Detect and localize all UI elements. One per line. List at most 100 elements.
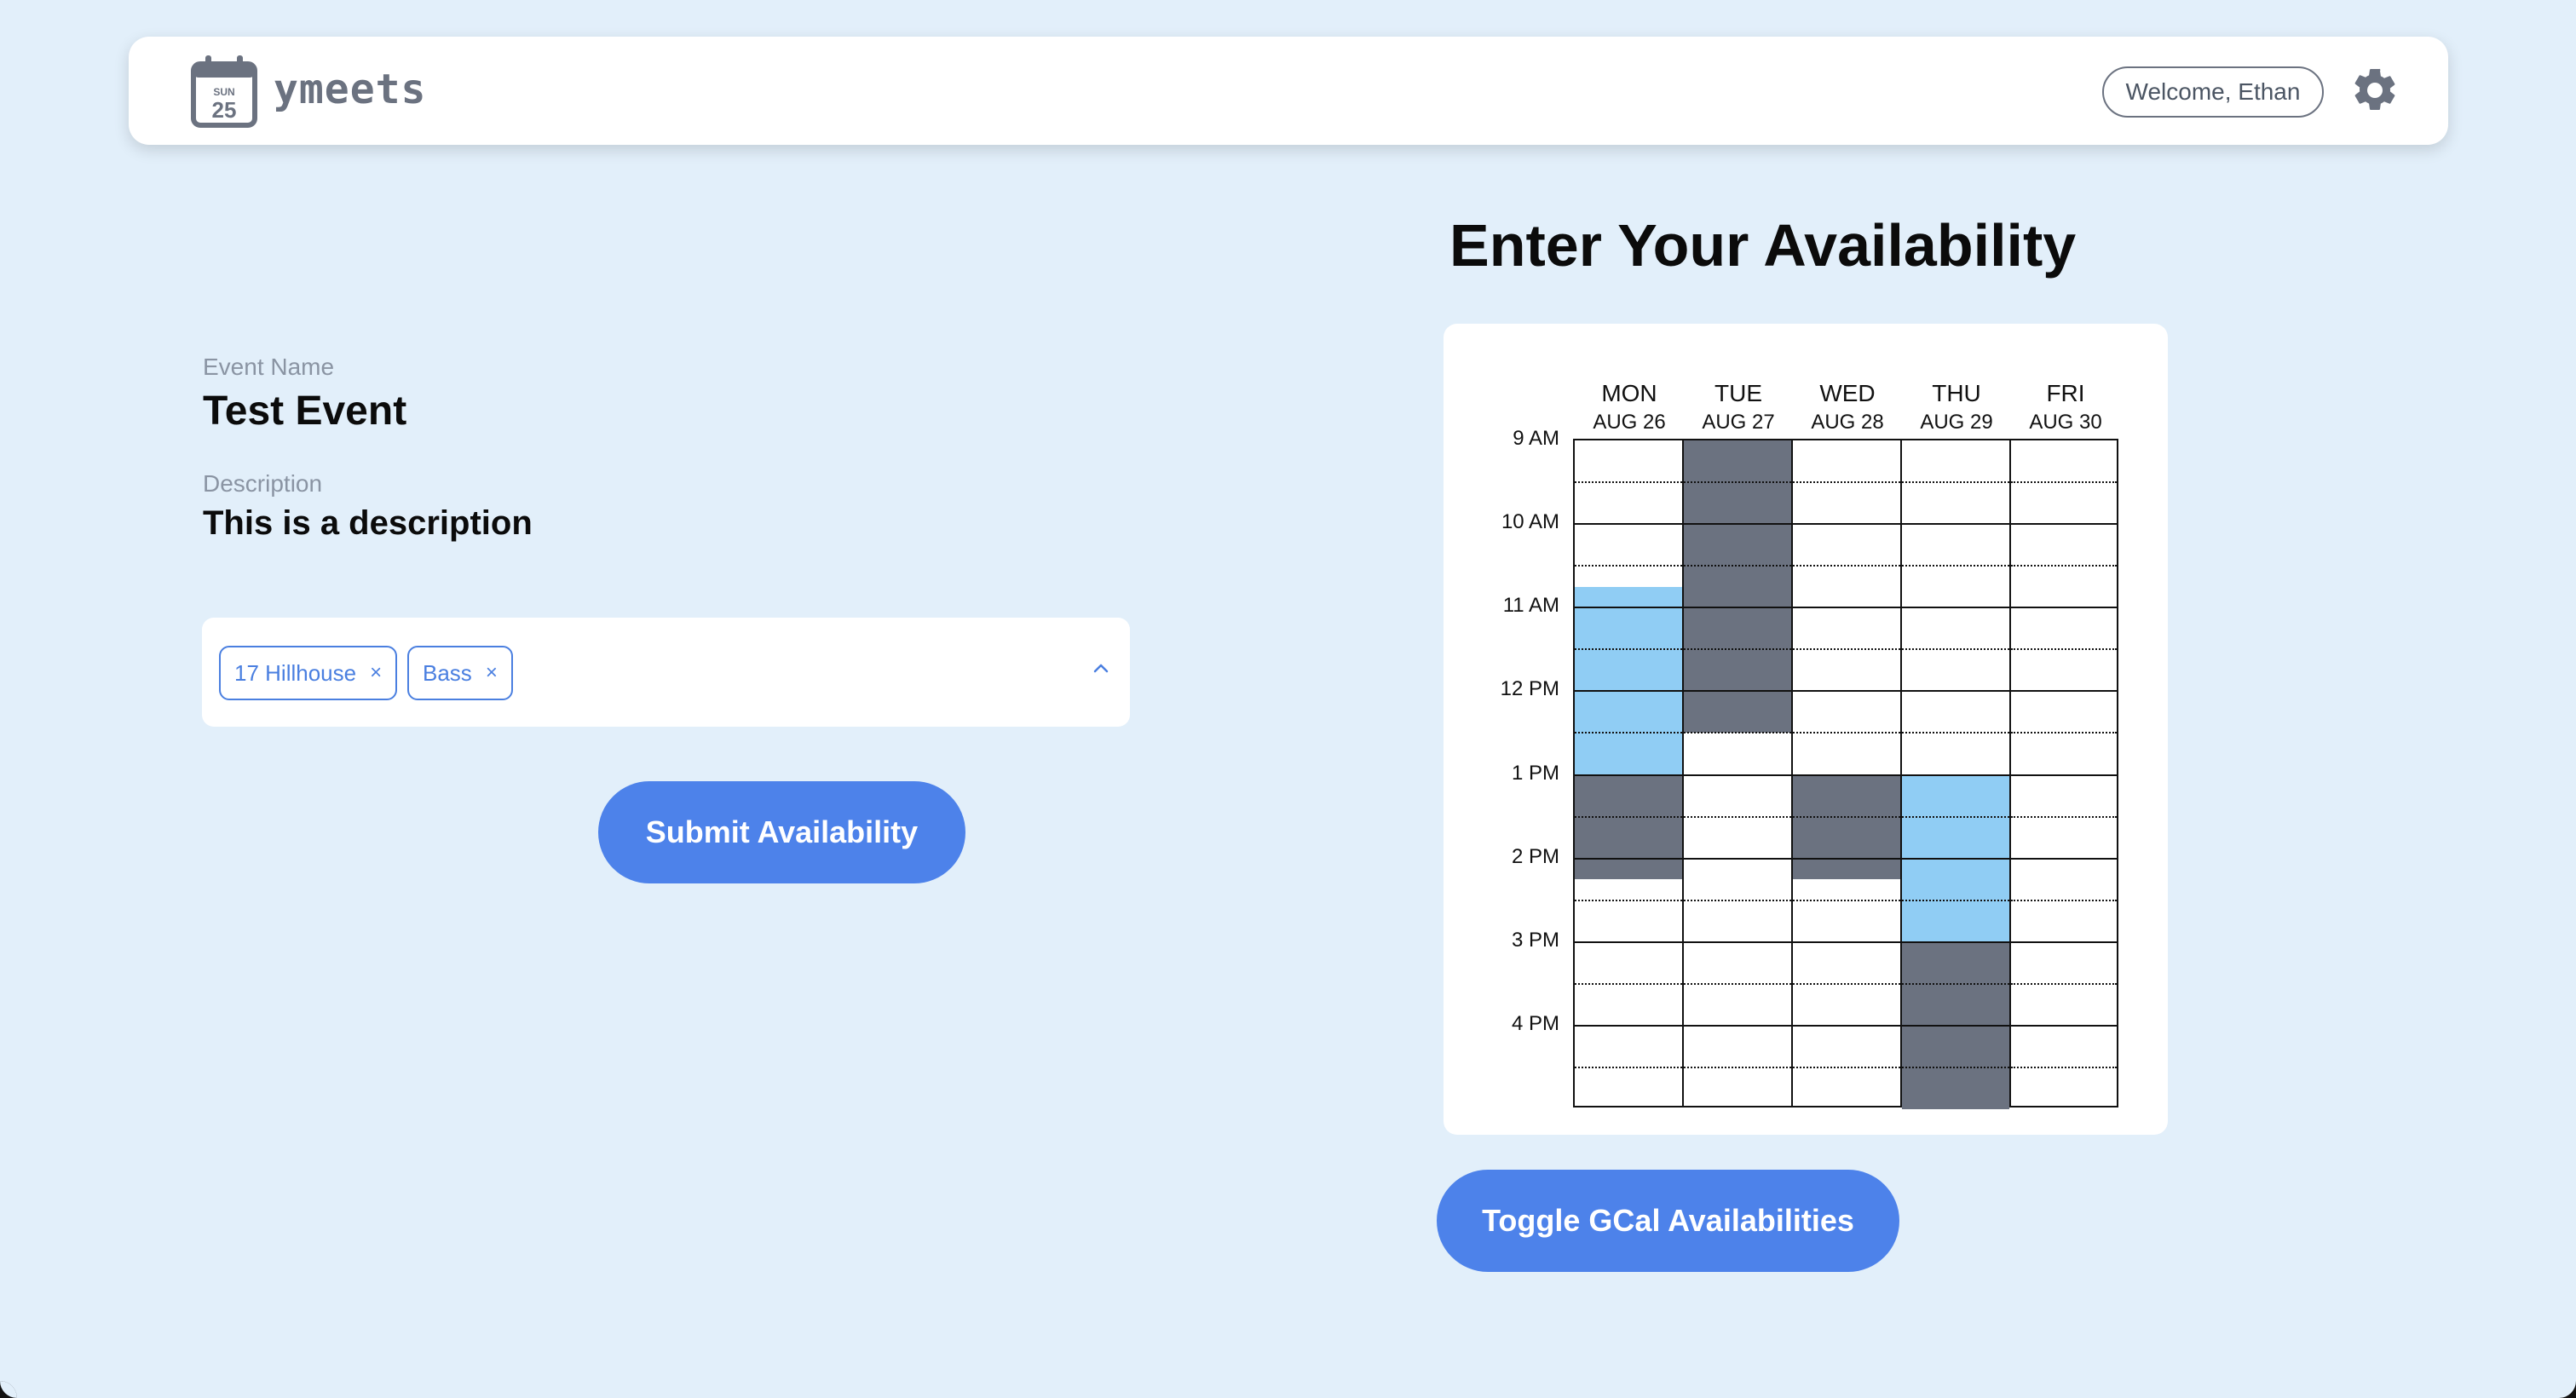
day-name: THU	[1932, 380, 1981, 406]
page-title: Enter Your Availability	[1449, 212, 2077, 279]
grid-line	[1684, 1024, 1791, 1027]
grid-line	[1684, 732, 1791, 734]
day-header: MON AUG 26	[1575, 380, 1684, 434]
grid-line	[1902, 607, 2009, 609]
available-block[interactable]	[1575, 586, 1682, 775]
grid-line	[1684, 481, 1791, 484]
busy-block[interactable]	[1575, 774, 1682, 880]
app-logo-text[interactable]: ymeets	[274, 66, 426, 113]
grid-line	[1575, 982, 1682, 985]
grid-line	[1575, 523, 1682, 526]
grid-line	[2011, 982, 2117, 985]
remove-chip-icon[interactable]: ×	[370, 661, 382, 685]
grid-line	[1793, 523, 1900, 526]
grid-line	[1902, 565, 2009, 567]
grid-line	[1902, 481, 2009, 484]
grid-line	[1575, 941, 1682, 943]
day-column[interactable]	[1902, 440, 2011, 1109]
top-navbar: SUN 25 ymeets Welcome, Ethan	[129, 37, 2448, 145]
grid-line	[2011, 1024, 2117, 1027]
time-label: 4 PM	[1511, 1011, 1559, 1035]
grid-line	[1793, 690, 1900, 693]
grid-line	[1684, 523, 1791, 526]
grid-line	[1793, 899, 1900, 901]
grid-line	[1684, 774, 1791, 776]
grid-line	[1902, 982, 2009, 985]
day-date: AUG 28	[1811, 411, 1884, 434]
grid-line	[1902, 1066, 2009, 1068]
time-label: 11 AM	[1502, 594, 1559, 618]
grid-line	[2011, 899, 2117, 901]
grid-line	[1575, 1024, 1682, 1027]
grid-line	[1902, 815, 2009, 818]
logo-date: 25	[212, 97, 237, 123]
location-chip[interactable]: 17 Hillhouse ×	[219, 646, 398, 700]
location-chip-label: Bass	[423, 659, 472, 686]
description-label: Description	[203, 470, 323, 497]
day-date: AUG 27	[1702, 411, 1775, 434]
time-label: 3 PM	[1511, 928, 1559, 952]
submit-availability-button[interactable]: Submit Availability	[598, 781, 965, 883]
window-corner	[2559, 1381, 2576, 1398]
grid-line	[1684, 1066, 1791, 1068]
day-column[interactable]	[2011, 440, 2117, 1106]
grid-line	[2011, 774, 2117, 776]
grid-line	[2011, 732, 2117, 734]
day-name: FRI	[2046, 380, 2085, 406]
grid-line	[1902, 899, 2009, 901]
window-corner	[0, 1381, 17, 1398]
day-column[interactable]	[1793, 440, 1902, 1106]
busy-block[interactable]	[1684, 440, 1791, 734]
grid-line	[1902, 732, 2009, 734]
time-label: 2 PM	[1511, 844, 1559, 868]
grid-line	[1793, 607, 1900, 609]
grid-line	[1793, 565, 1900, 567]
time-label: 9 AM	[1513, 427, 1559, 450]
grid-line	[1575, 732, 1682, 734]
grid-line	[1684, 857, 1791, 860]
event-description: This is a description	[203, 504, 533, 542]
grid-line	[1575, 774, 1682, 776]
grid-line	[1684, 607, 1791, 609]
grid-line	[1793, 941, 1900, 943]
grid-line	[1902, 774, 2009, 776]
day-column[interactable]	[1575, 440, 1684, 1106]
availability-grid-card: MON AUG 26 TUE AUG 27 WED AUG 28 THU AUG 29 FRI A…	[1444, 324, 2168, 1135]
time-label: 1 PM	[1511, 761, 1559, 785]
day-name: WED	[1819, 380, 1876, 406]
time-label: 12 PM	[1500, 677, 1559, 701]
day-date: AUG 26	[1593, 411, 1666, 434]
day-header: FRI AUG 30	[2011, 380, 2120, 434]
grid-line	[2011, 523, 2117, 526]
grid-line	[1575, 857, 1682, 860]
day-header: WED AUG 28	[1793, 380, 1902, 434]
grid-line	[1575, 607, 1682, 609]
grid-line	[1684, 941, 1791, 943]
busy-block[interactable]	[1793, 774, 1900, 880]
event-name-label: Event Name	[203, 354, 335, 380]
gear-icon[interactable]	[2349, 65, 2400, 116]
availability-grid[interactable]	[1573, 439, 2118, 1109]
grid-line	[1575, 481, 1682, 484]
logo-day: SUN	[213, 86, 234, 98]
welcome-badge[interactable]: Welcome, Ethan	[2102, 66, 2324, 118]
day-column[interactable]	[1684, 440, 1793, 1106]
location-multiselect[interactable]: 17 Hillhouse × Bass ×	[202, 618, 1130, 727]
chevron-up-icon[interactable]	[1088, 655, 1114, 681]
grid-line	[1575, 648, 1682, 651]
grid-line	[1902, 523, 2009, 526]
grid-line	[2011, 815, 2117, 818]
calendar-logo-icon[interactable]: SUN 25	[190, 54, 258, 129]
remove-chip-icon[interactable]: ×	[486, 661, 498, 685]
grid-line	[1793, 774, 1900, 776]
grid-line	[2011, 690, 2117, 693]
grid-line	[1902, 690, 2009, 693]
location-chip[interactable]: Bass ×	[407, 646, 513, 700]
grid-line	[1575, 690, 1682, 693]
day-date: AUG 30	[2029, 411, 2102, 434]
grid-line	[1793, 648, 1900, 651]
day-header: TUE AUG 27	[1684, 380, 1793, 434]
grid-line	[1684, 690, 1791, 693]
day-header: THU AUG 29	[1902, 380, 2011, 434]
toggle-gcal-button[interactable]: Toggle GCal Availabilities	[1437, 1170, 1899, 1272]
